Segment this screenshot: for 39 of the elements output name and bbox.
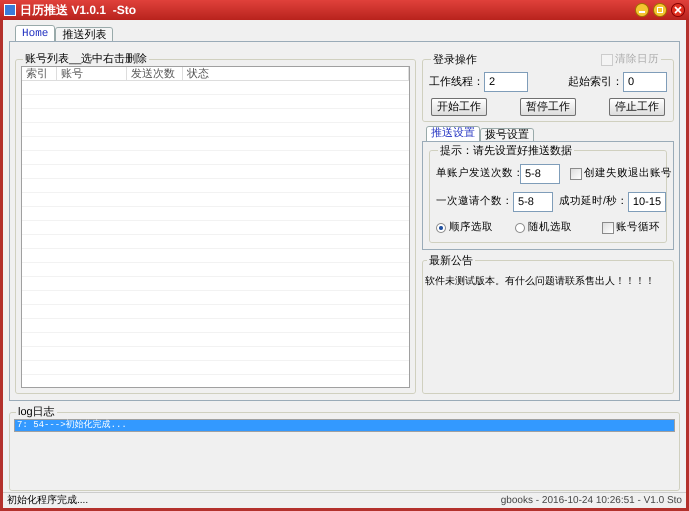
column-header[interactable]: 状态: [183, 67, 409, 81]
input-field[interactable]: 5-8: [513, 192, 553, 212]
minimize-button[interactable]: [635, 3, 649, 17]
radio-button[interactable]: 随机选取: [515, 220, 572, 236]
tab[interactable]: Home: [15, 25, 56, 41]
column-header[interactable]: 发送次数: [127, 67, 183, 81]
close-icon: [674, 6, 682, 14]
radio-button[interactable]: 顺序选取: [436, 220, 493, 236]
tab[interactable]: 推送设置: [426, 126, 480, 141]
window-title: 日历推送 V1.0.1 -Sto: [20, 2, 138, 19]
action-button[interactable]: 停止工作: [609, 98, 665, 116]
group-title: log日志: [18, 405, 55, 419]
close-button[interactable]: [671, 3, 685, 17]
tab[interactable]: 推送列表: [55, 27, 114, 41]
checkbox[interactable]: 账号循环: [602, 220, 660, 236]
input-field[interactable]: 10-15: [628, 192, 666, 212]
action-button[interactable]: 暂停工作: [520, 98, 576, 116]
field-label: 一次邀请个数：: [436, 194, 513, 209]
group-title: 账号列表__选中右击删除: [25, 52, 148, 66]
column-header[interactable]: 账号: [57, 67, 127, 81]
status-text: gbooks - 2016-10-24 10:26:51 - V1.0 Sto: [500, 494, 682, 508]
tab[interactable]: 拨号设置: [480, 128, 534, 141]
input-field[interactable]: 0: [623, 72, 667, 92]
group-title: 最新公告: [429, 254, 473, 268]
field-label: 单账户发送次数：: [436, 166, 520, 181]
maximize-button[interactable]: [653, 3, 667, 17]
column-header[interactable]: 索引: [22, 67, 57, 81]
checkbox[interactable]: 创建失败退出账号: [570, 166, 672, 182]
input-field[interactable]: 2: [484, 72, 528, 92]
status-text: 初始化程序完成....: [7, 494, 88, 508]
field-label: 起始索引：: [568, 74, 623, 90]
input-field[interactable]: 5-8: [520, 164, 560, 184]
field-label: 工作线程：: [429, 74, 484, 90]
notice-text: 软件未测试版本。有什么问题请联系售出人！！！！: [425, 274, 656, 288]
action-button[interactable]: 开始工作: [431, 98, 487, 116]
group-title: 提示：请先设置好推送数据: [440, 144, 572, 158]
field-label: 成功延时/秒：: [559, 194, 628, 209]
group-title: 登录操作: [433, 52, 477, 67]
app-icon: [4, 4, 16, 16]
